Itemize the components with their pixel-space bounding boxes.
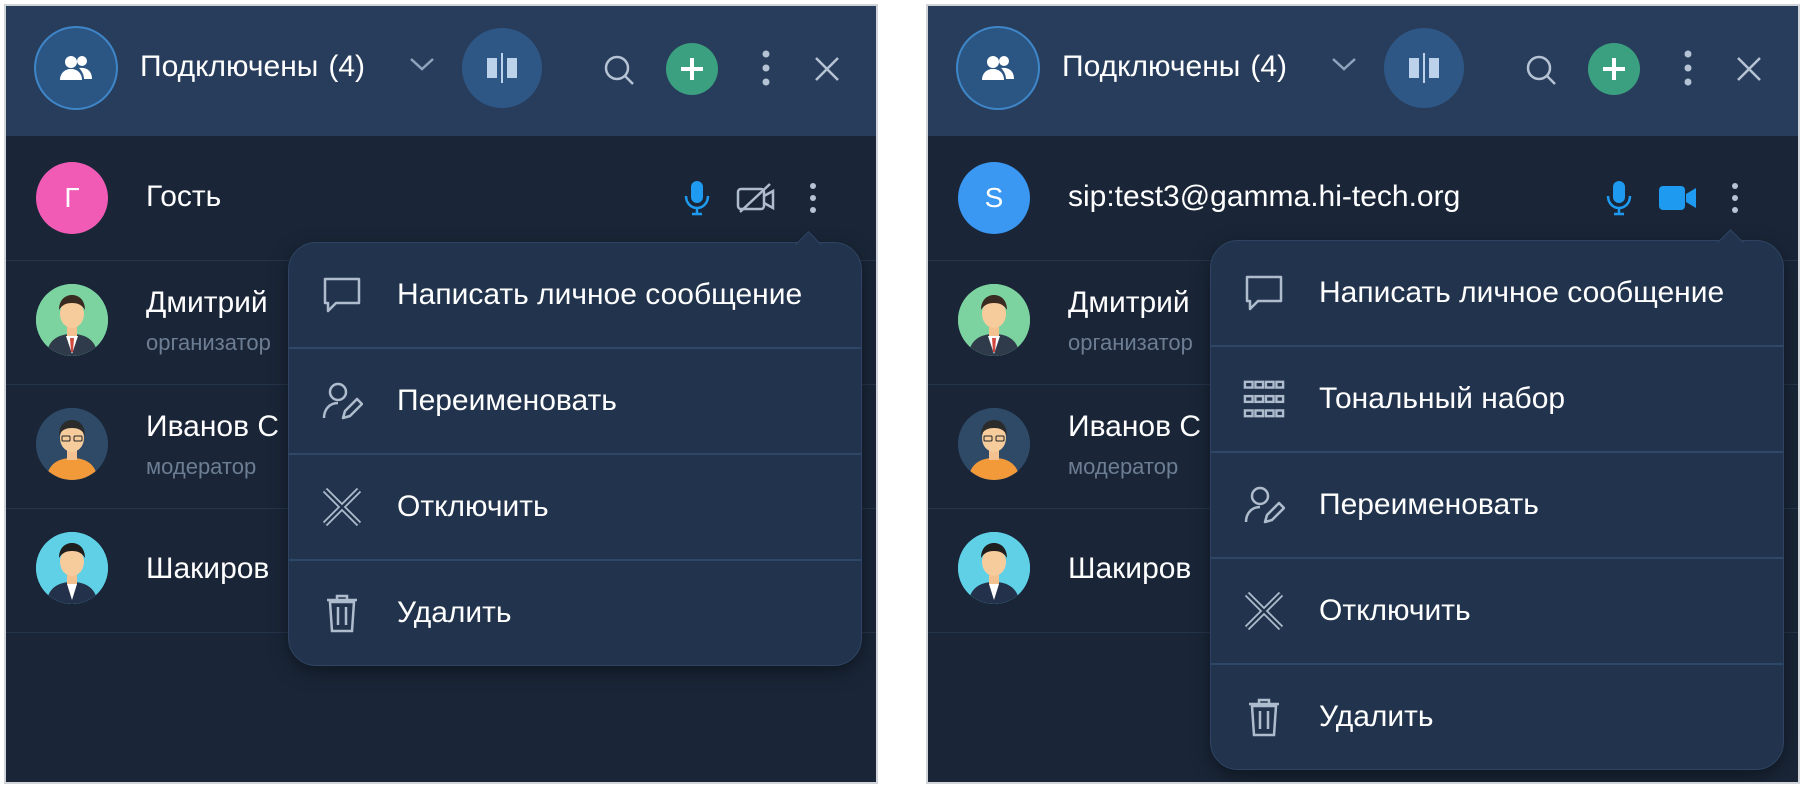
participant-name: sip:test3@gamma.hi-tech.org (1068, 180, 1461, 213)
search-icon[interactable] (603, 54, 635, 86)
panel-header: Подключены (4) (928, 6, 1798, 136)
close-icon[interactable] (814, 56, 840, 82)
avatar: S (958, 162, 1030, 234)
panel-title: Подключены (4) (1062, 50, 1287, 84)
participants-panel-left: Подключены (4) Г Гость Дмитрий организато… (4, 4, 878, 784)
participant-count: (4) (1250, 50, 1288, 83)
camera-icon[interactable] (1658, 184, 1698, 212)
participant-role: организатор (146, 330, 271, 355)
user-edit-icon (1243, 484, 1285, 526)
participant-role: организатор (1068, 330, 1193, 355)
user-edit-icon (321, 380, 363, 422)
avatar (36, 284, 108, 356)
participant-name: Иванов С (146, 410, 280, 443)
disconnect-x-icon (321, 486, 363, 528)
more-vertical-icon[interactable] (1730, 182, 1740, 214)
participant-context-menu: Написать личное сообщение Тональный набо… (1210, 229, 1784, 770)
avatar: Г (36, 162, 108, 234)
trash-icon (1243, 696, 1285, 738)
participant-name: Дмитрий (1068, 286, 1190, 319)
avatar-initial: S (984, 182, 1004, 213)
person-avatar-icon (958, 532, 1030, 604)
menu-item-rename[interactable]: Переименовать (289, 349, 861, 455)
avatar-initial: Г (64, 182, 80, 213)
menu-item-label: Написать личное сообщение (397, 278, 803, 311)
chevron-down-icon[interactable] (1330, 54, 1358, 74)
add-participant-button[interactable] (666, 43, 718, 95)
participant-name: Гость (146, 180, 222, 213)
avatar (36, 532, 108, 604)
menu-item-label: Тональный набор (1319, 382, 1566, 415)
more-vertical-icon[interactable] (760, 48, 772, 88)
menu-item-delete[interactable]: Удалить (1211, 665, 1783, 769)
trash-icon (321, 592, 363, 634)
menu-item-label: Отключить (397, 490, 549, 523)
panel-title-text: Подключены (1062, 50, 1241, 83)
split-layout-icon (487, 53, 517, 83)
menu-item-disconnect[interactable]: Отключить (289, 455, 861, 561)
menu-item-label: Переименовать (397, 384, 617, 417)
camera-off-icon[interactable] (736, 182, 776, 214)
chat-bubble-icon (1243, 272, 1285, 314)
microphone-icon[interactable] (684, 180, 710, 216)
person-avatar-icon (36, 532, 108, 604)
participant-name: Дмитрий (146, 286, 268, 319)
menu-item-label: Написать личное сообщение (1319, 276, 1725, 309)
menu-item-dtmf-dialpad[interactable]: Тональный набор (1211, 347, 1783, 453)
person-avatar-icon (36, 284, 108, 356)
microphone-icon[interactable] (1606, 180, 1632, 216)
menu-item-label: Отключить (1319, 594, 1471, 627)
avatar (36, 408, 108, 480)
menu-item-label: Удалить (1319, 700, 1434, 733)
participants-button[interactable] (958, 28, 1038, 108)
chevron-down-icon[interactable] (408, 54, 436, 74)
avatar (958, 532, 1030, 604)
participants-panel-right: Подключены (4) S sip:test3@gamma.hi-tech.… (926, 4, 1800, 784)
plus-icon (681, 58, 703, 80)
more-vertical-icon[interactable] (808, 182, 818, 214)
avatar (958, 284, 1030, 356)
panel-title-text: Подключены (140, 50, 319, 83)
panel-title: Подключены (4) (140, 50, 365, 84)
disconnect-x-icon (1243, 590, 1285, 632)
panel-header: Подключены (4) (6, 6, 876, 136)
search-icon[interactable] (1525, 54, 1557, 86)
menu-item-label: Переименовать (1319, 488, 1539, 521)
participants-button[interactable] (36, 28, 116, 108)
participant-role: модератор (1068, 454, 1179, 479)
person-avatar-icon (958, 284, 1030, 356)
menu-item-delete[interactable]: Удалить (289, 561, 861, 665)
participant-role: модератор (146, 454, 257, 479)
users-icon (982, 56, 1014, 80)
participant-name: Шакиров (1068, 552, 1192, 585)
avatar (958, 408, 1030, 480)
layout-toggle-button[interactable] (462, 28, 542, 108)
menu-item-private-message[interactable]: Написать личное сообщение (289, 243, 861, 349)
menu-item-disconnect[interactable]: Отключить (1211, 559, 1783, 665)
person-avatar-icon (36, 408, 108, 480)
plus-icon (1603, 58, 1625, 80)
dialpad-icon (1243, 378, 1285, 420)
participant-name: Шакиров (146, 552, 270, 585)
chat-bubble-icon (321, 274, 363, 316)
menu-item-rename[interactable]: Переименовать (1211, 453, 1783, 559)
menu-item-private-message[interactable]: Написать личное сообщение (1211, 241, 1783, 347)
participant-name: Иванов С (1068, 410, 1202, 443)
split-layout-icon (1409, 53, 1439, 83)
person-avatar-icon (958, 408, 1030, 480)
layout-toggle-button[interactable] (1384, 28, 1464, 108)
more-vertical-icon[interactable] (1682, 48, 1694, 88)
participant-context-menu: Написать личное сообщение Переименовать … (288, 231, 862, 666)
close-icon[interactable] (1736, 56, 1762, 82)
menu-item-label: Удалить (397, 596, 512, 629)
participant-count: (4) (328, 50, 366, 83)
add-participant-button[interactable] (1588, 43, 1640, 95)
users-icon (60, 56, 92, 80)
